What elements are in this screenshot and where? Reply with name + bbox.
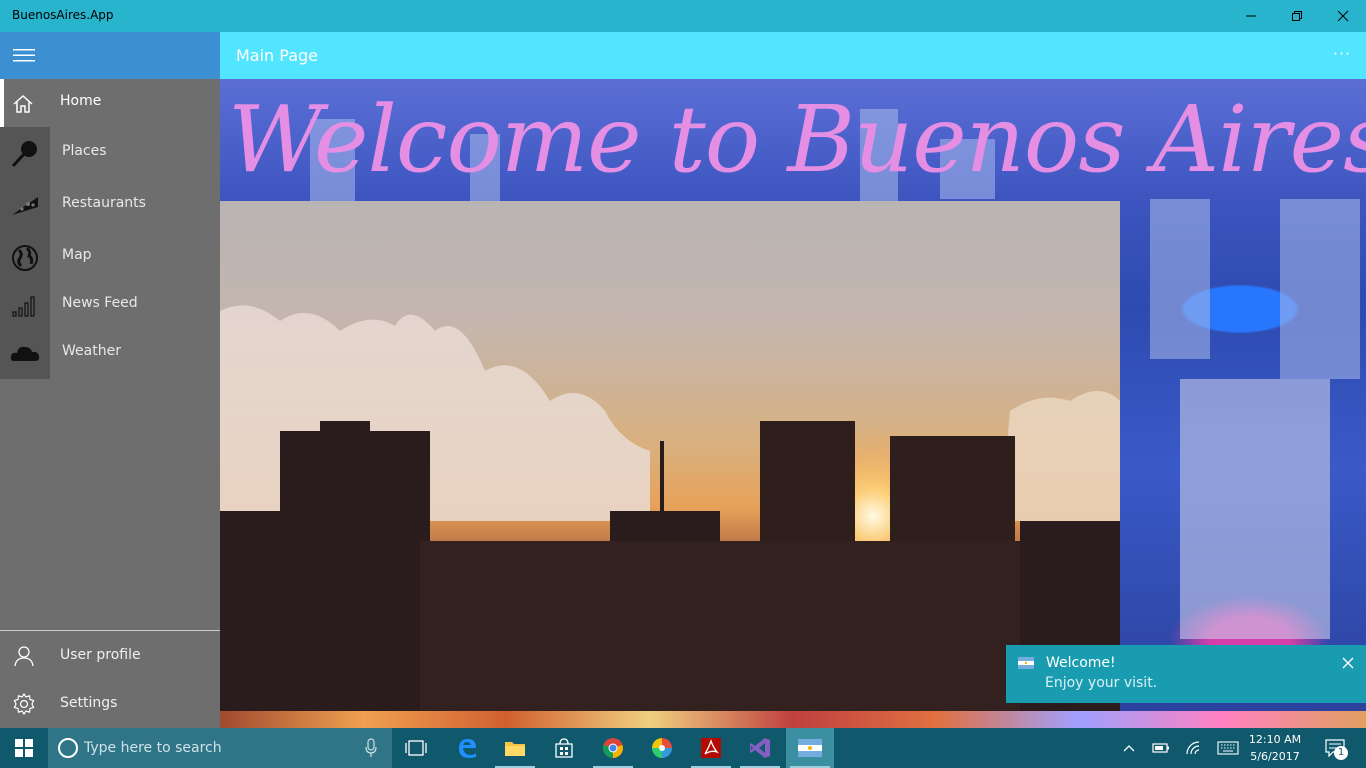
main-content: Main Page ··· Welcome to Buenos Aires!: [220, 32, 1366, 728]
store-button[interactable]: [540, 728, 588, 768]
show-hidden-icons-button[interactable]: [1118, 728, 1140, 768]
search-box[interactable]: Type here to search: [48, 728, 392, 768]
title-bar: BuenosAires.App: [0, 0, 1366, 32]
toast-notification[interactable]: Welcome! Enjoy your visit.: [1006, 645, 1366, 703]
file-explorer-icon: [505, 742, 525, 756]
page-title: Main Page: [236, 46, 319, 65]
home-icon: [8, 89, 38, 119]
signal-bars-icon: [10, 291, 40, 321]
restore-button[interactable]: [1274, 0, 1320, 32]
buenosaires-app-icon: [798, 739, 822, 757]
navigation-pane: Home Places Restaurants Map News Feed We…: [0, 32, 220, 728]
pane-header: [0, 32, 220, 79]
active-indicator: [0, 79, 4, 127]
notification-badge: 1: [1334, 746, 1348, 760]
task-view-icon: [405, 740, 427, 756]
nav-item-news-feed[interactable]: News Feed: [0, 281, 220, 329]
pane-divider: [0, 630, 220, 631]
nav-item-weather[interactable]: Weather: [0, 329, 220, 377]
chevron-up-icon: [1123, 745, 1135, 752]
restore-icon: [1292, 11, 1302, 21]
start-button[interactable]: [0, 728, 48, 768]
nav-item-user-profile[interactable]: User profile: [0, 632, 220, 680]
nav-label-restaurants: Restaurants: [62, 195, 146, 211]
nav-label-places: Places: [62, 143, 107, 159]
welcome-heading: Welcome to Buenos Aires!: [228, 86, 1366, 193]
nav-label-user-profile: User profile: [60, 647, 141, 663]
nav-item-restaurants[interactable]: Restaurants: [0, 181, 220, 229]
battery-button[interactable]: [1150, 728, 1172, 768]
toast-close-icon[interactable]: [1340, 655, 1356, 671]
microphone-icon[interactable]: [364, 738, 378, 758]
keyboard-icon: [1217, 741, 1239, 755]
clock[interactable]: 12:10 AM 5/6/2017: [1240, 731, 1310, 765]
chrome-button[interactable]: [589, 728, 637, 768]
cloud-icon: [10, 339, 40, 369]
hamburger-menu-icon[interactable]: [13, 47, 35, 63]
clock-date: 5/6/2017: [1250, 750, 1300, 763]
visual-studio-icon: [750, 738, 770, 758]
wifi-icon: [1186, 741, 1200, 755]
toast-body: Enjoy your visit.: [1045, 675, 1158, 691]
gear-icon: [13, 692, 35, 716]
argentina-flag-icon: [1018, 657, 1034, 669]
cortana-icon: [58, 738, 78, 758]
acrobat-button[interactable]: [687, 728, 735, 768]
clock-time: 12:10 AM: [1248, 733, 1302, 746]
nav-label-weather: Weather: [62, 343, 121, 359]
battery-icon: [1152, 743, 1169, 753]
network-button[interactable]: [1182, 728, 1206, 768]
store-icon: [555, 738, 573, 758]
nav-label-settings: Settings: [60, 695, 118, 711]
sunset-skyline-image: [220, 201, 1120, 711]
map-pin-icon: [10, 139, 40, 169]
edge-button[interactable]: [443, 728, 491, 768]
nav-item-settings[interactable]: Settings: [0, 680, 220, 728]
acrobat-icon: [701, 738, 721, 758]
close-icon: [1337, 10, 1349, 22]
toast-title: Welcome!: [1046, 655, 1116, 671]
app-title: BuenosAires.App: [12, 8, 114, 22]
nav-label-home: Home: [60, 93, 102, 109]
nav-item-home[interactable]: Home: [0, 79, 220, 127]
page-header: Main Page ···: [220, 32, 1366, 79]
buenosaires-app-button[interactable]: [786, 728, 834, 768]
nav-label-map: Map: [62, 247, 92, 263]
color-app-button[interactable]: [638, 728, 686, 768]
minimize-button[interactable]: [1228, 0, 1274, 32]
search-placeholder: Type here to search: [84, 740, 222, 756]
pizza-icon: [10, 191, 40, 221]
user-icon: [14, 646, 34, 667]
keyboard-button[interactable]: [1214, 728, 1242, 768]
visual-studio-button[interactable]: [736, 728, 784, 768]
nav-item-map[interactable]: Map: [0, 233, 220, 281]
task-view-button[interactable]: [392, 728, 440, 768]
edge-icon: [459, 739, 476, 758]
chrome-icon: [603, 738, 623, 758]
street-lights-strip: [220, 711, 1366, 728]
nav-item-places[interactable]: Places: [0, 129, 220, 177]
more-options-button[interactable]: ···: [1330, 44, 1354, 64]
globe-icon: [10, 243, 40, 273]
windows-logo-icon: [15, 739, 33, 757]
color-app-icon: [652, 738, 672, 758]
taskbar: Type here to search 12:10 AM 5/6/2017 1: [0, 728, 1366, 768]
nav-label-news-feed: News Feed: [62, 295, 138, 311]
close-button[interactable]: [1320, 0, 1366, 32]
minimize-icon: [1246, 15, 1256, 17]
file-explorer-button[interactable]: [491, 728, 539, 768]
